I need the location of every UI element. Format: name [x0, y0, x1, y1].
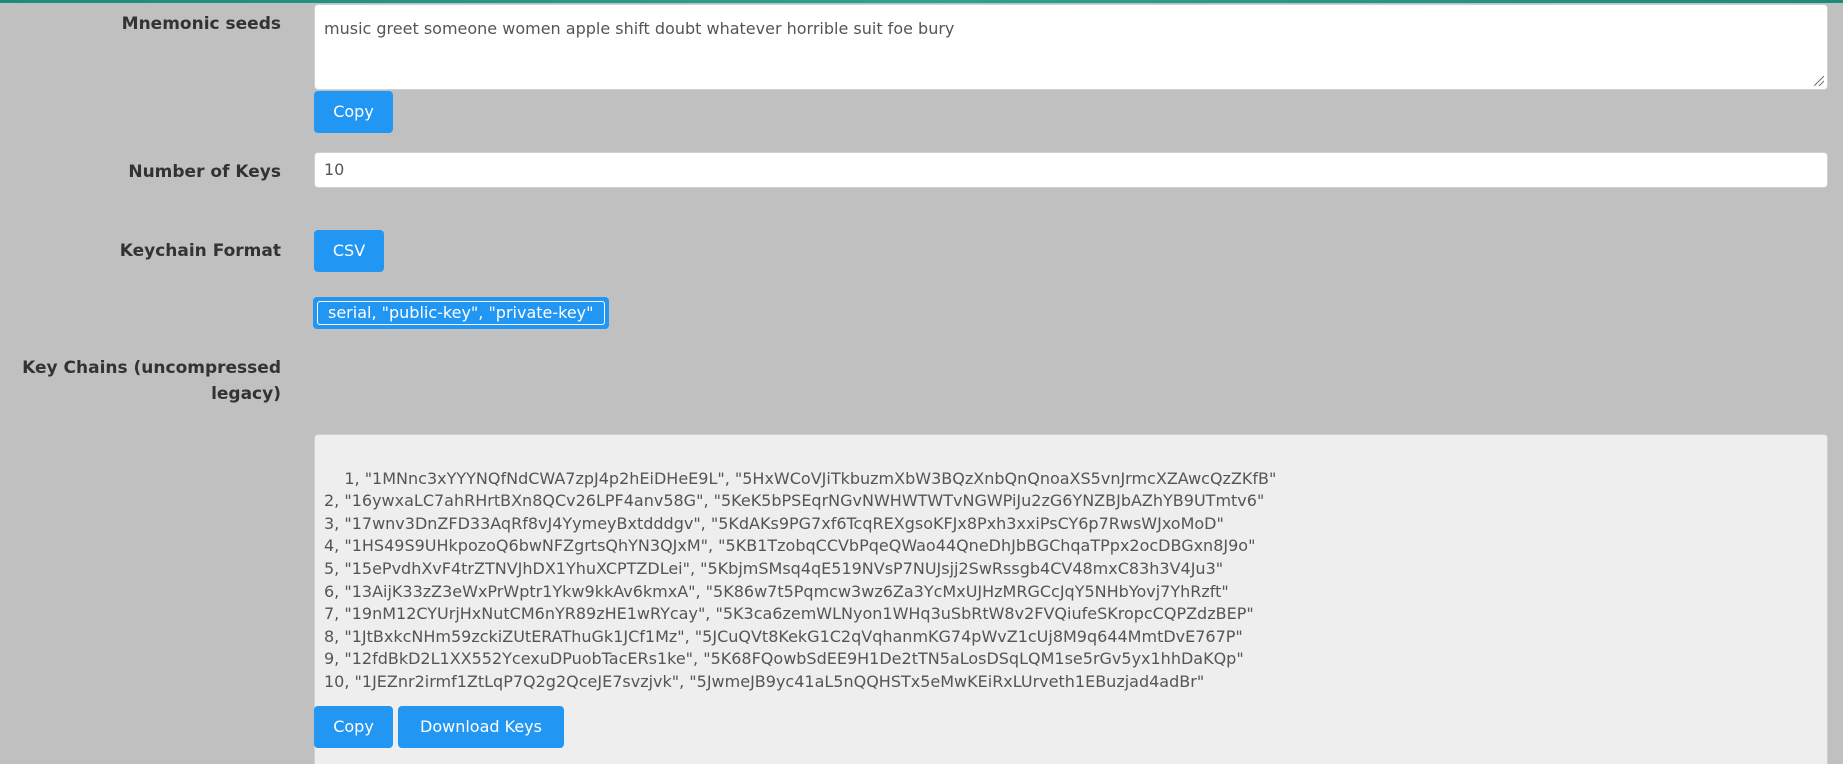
num-keys-input[interactable]: 10 — [314, 152, 1828, 188]
key-chains-value: 1, "1MNnc3xYYYNQfNdCWA7zpJ4p2hEiDHeE9L",… — [324, 468, 1277, 691]
keychain-format-label: Keychain Format — [119, 241, 281, 261]
mnemonic-label: Mnemonic seeds — [121, 14, 281, 34]
columns-format-option[interactable]: serial, "public-key", "private-key" — [313, 297, 609, 329]
num-keys-label: Number of Keys — [128, 162, 281, 182]
key-chains-label-line2: legacy) — [211, 384, 281, 404]
num-keys-value: 10 — [324, 160, 345, 179]
key-chains-label-line1: Key Chains (uncompressed — [22, 358, 281, 378]
key-chains-label: Key Chains (uncompressed legacy) — [22, 355, 281, 407]
resize-handle-icon[interactable] — [1814, 76, 1824, 86]
download-keys-button[interactable]: Download Keys — [398, 706, 564, 748]
copy-keys-button[interactable]: Copy — [314, 706, 393, 748]
top-accent-line — [0, 0, 1843, 3]
keychain-generator-form: Mnemonic seeds music greet someone women… — [0, 0, 1843, 764]
mnemonic-value: music greet someone women apple shift do… — [324, 19, 955, 38]
columns-format-label: serial, "public-key", "private-key" — [317, 301, 605, 325]
copy-mnemonic-button[interactable]: Copy — [314, 91, 393, 133]
csv-format-button[interactable]: CSV — [314, 230, 384, 272]
mnemonic-textarea[interactable]: music greet someone women apple shift do… — [314, 4, 1828, 90]
